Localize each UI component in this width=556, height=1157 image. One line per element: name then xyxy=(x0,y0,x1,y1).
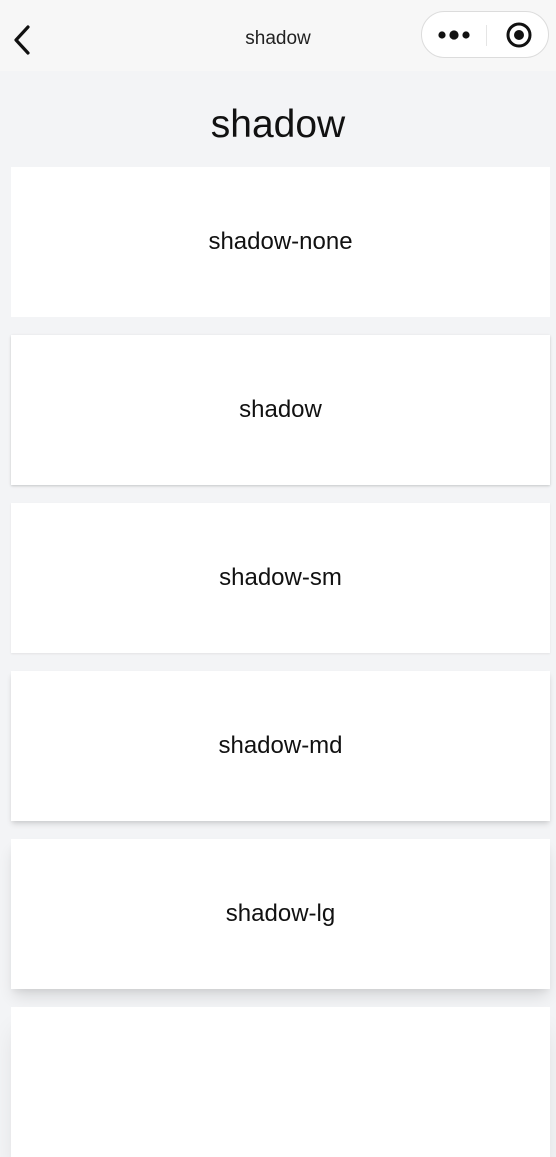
card-shadow-none: shadow-none xyxy=(11,167,550,317)
card-label: shadow-none xyxy=(208,228,353,255)
card-label: shadow xyxy=(239,396,322,423)
card-shadow-next xyxy=(11,1007,550,1157)
card-shadow-md: shadow-md xyxy=(11,671,550,821)
more-button[interactable] xyxy=(432,22,478,48)
menu-capsule xyxy=(421,11,549,58)
card-label: shadow-sm xyxy=(219,564,342,591)
close-miniprogram-button[interactable] xyxy=(502,21,536,49)
card-shadow-sm: shadow-sm xyxy=(11,503,550,653)
more-dots-icon xyxy=(438,30,470,40)
card-shadow: shadow xyxy=(11,335,550,485)
navigation-bar: shadow xyxy=(0,0,556,71)
page-title: shadow xyxy=(210,103,346,146)
target-icon xyxy=(506,22,532,48)
capsule-divider xyxy=(486,25,487,46)
card-shadow-lg: shadow-lg xyxy=(11,839,550,989)
card-label: shadow-lg xyxy=(225,900,336,927)
card-label: shadow-md xyxy=(218,732,343,759)
